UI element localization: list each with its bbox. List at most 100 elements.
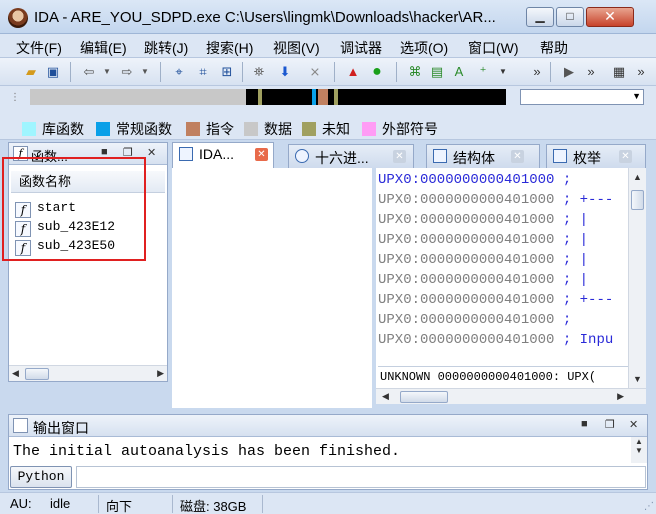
scroll-down-icon[interactable]: ▼ [633, 374, 642, 384]
tab-ida-view[interactable]: IDA... ✕ [172, 142, 274, 169]
search-text-icon[interactable]: ⌗ [194, 63, 212, 81]
listing-line[interactable]: UPX0:0000000000401000 ; | [378, 230, 588, 250]
scroll-up-icon[interactable]: ▲ [633, 172, 642, 182]
toolbar-overflow-icon[interactable]: » [528, 63, 546, 81]
color-legend: 库函数 常规函数 指令 数据 未知 外部符号 [0, 112, 656, 140]
close-button[interactable]: ✕ [586, 7, 634, 27]
chevron-down-icon: ▼ [632, 91, 641, 101]
tab-structures[interactable]: 结构体 ✕ [426, 144, 540, 168]
search-direction: 向下 [106, 499, 133, 514]
maximize-button[interactable]: □ [556, 7, 584, 27]
scroll-left-icon[interactable]: ◀ [382, 391, 389, 402]
output-window-icon [13, 418, 28, 433]
panel-minimize-icon[interactable]: ■ [581, 418, 588, 430]
listing-line[interactable]: UPX0:0000000000401000 ; [378, 170, 571, 190]
listing-vertical-scrollbar[interactable]: ▲ ▼ [628, 168, 646, 388]
menu-edit[interactable]: 编辑(E) [80, 38, 127, 58]
listing-horizontal-scrollbar[interactable]: ◀ ▶ [376, 388, 646, 404]
scroll-right-icon[interactable]: ▶ [157, 368, 164, 379]
tab-close-icon[interactable]: ✕ [255, 148, 268, 161]
minimize-button[interactable]: ▁ [526, 7, 554, 27]
legend-item: 常规函数 [96, 119, 172, 137]
functions-horizontal-scrollbar[interactable]: ◀ ▶ [9, 365, 167, 381]
menu-options[interactable]: 选项(O) [400, 38, 448, 58]
menu-file[interactable]: 文件(F) [16, 38, 62, 58]
window-title: IDA - ARE_YOU_SDPD.exe C:\Users\lingmk\D… [34, 9, 496, 26]
disassembly-listing[interactable]: UPX0:0000000000401000 ; UPX0:00000000004… [376, 168, 628, 388]
code-icon[interactable]: ⌘ [406, 63, 424, 81]
panel-close-icon[interactable]: ✕ [629, 418, 638, 431]
listing-line[interactable]: UPX0:0000000000401000 ; +--- [378, 290, 613, 310]
open-folder-icon[interactable]: ▰ [22, 63, 40, 81]
resize-grip-icon[interactable]: ⋰ [644, 501, 654, 512]
toolbar-overflow-3-icon[interactable]: » [632, 63, 650, 81]
menu-debugger[interactable]: 调试器 [340, 38, 382, 58]
forward-arrow-icon[interactable]: ⇨ [118, 63, 136, 81]
enums-icon [553, 149, 567, 163]
listing-line[interactable]: UPX0:0000000000401000 ; +--- [378, 190, 613, 210]
offset-icon[interactable]: ⁺ [474, 63, 492, 81]
listing-line[interactable]: UPX0:0000000000401000 ; | [378, 210, 588, 230]
debug-start-icon[interactable]: ▶ [560, 63, 578, 81]
legend-item: 指令 [186, 119, 234, 137]
search-binary-icon[interactable]: ⌖ [170, 63, 188, 81]
forward-dropdown-icon[interactable]: ▼ [136, 63, 154, 81]
toolbar-overflow-2-icon[interactable]: » [582, 63, 600, 81]
tab-close-icon[interactable]: ✕ [619, 150, 632, 163]
output-window-tab[interactable]: 输出窗口 ■ ❐ ✕ [9, 415, 647, 437]
scroll-left-icon[interactable]: ◀ [12, 368, 19, 379]
listing-line[interactable]: UPX0:0000000000401000 ; Inpu [378, 330, 613, 350]
output-vertical-scrollbar[interactable]: ▲ ▼ [631, 437, 647, 463]
data-icon[interactable]: ▤ [428, 63, 446, 81]
au-label: AU: [10, 496, 32, 511]
status-bar: AU: idle 向下 磁盘: 38GB ⋰ [0, 492, 656, 514]
back-arrow-icon[interactable]: ⇦ [80, 63, 98, 81]
panel-float-icon[interactable]: ❐ [605, 418, 615, 431]
breakpoint-warning-icon[interactable]: ▲ [344, 63, 362, 81]
menu-jump[interactable]: 跳转(J) [144, 38, 188, 58]
search-immediate-icon[interactable]: ⊞ [218, 63, 236, 81]
tab-close-icon[interactable]: ✕ [511, 150, 524, 163]
tab-enums[interactable]: 枚举 ✕ [546, 144, 646, 168]
disk-space: 磁盘: 38GB [180, 499, 247, 514]
menu-help[interactable]: 帮助 [540, 38, 568, 58]
title-bar: IDA - ARE_YOU_SDPD.exe C:\Users\lingmk\D… [0, 0, 656, 34]
structures-icon [433, 149, 447, 163]
nav-arrow-icon: ⋮ [10, 92, 20, 103]
navigation-band: ⋮ ▼ [0, 86, 656, 112]
navigation-strip[interactable] [30, 89, 506, 105]
patch-icon[interactable]: ⛯ [250, 63, 268, 81]
run-green-icon[interactable]: ● [368, 63, 386, 81]
python-button[interactable]: Python [10, 466, 72, 488]
clear-icon[interactable]: ⨯ [306, 63, 324, 81]
save-icon[interactable]: ▣ [44, 63, 62, 81]
tab-hex-view[interactable]: 十六进... ✕ [288, 144, 414, 168]
menu-search[interactable]: 搜索(H) [206, 38, 253, 58]
legend-item: 外部符号 [362, 119, 438, 137]
listing-line[interactable]: UPX0:0000000000401000 ; [378, 310, 571, 330]
listing-status-line: UNKNOWN 0000000000401000: UPX( [378, 366, 628, 386]
back-dropdown-icon[interactable]: ▼ [98, 63, 116, 81]
hex-view-icon [295, 149, 309, 163]
listing-line[interactable]: UPX0:0000000000401000 ; | [378, 270, 588, 290]
menu-window[interactable]: 窗口(W) [468, 38, 519, 58]
ida-app-icon [8, 8, 28, 28]
listing-line[interactable]: UPX0:0000000000401000 ; | [378, 250, 588, 270]
graph-overview-pane[interactable] [172, 168, 372, 408]
scroll-right-icon[interactable]: ▶ [617, 391, 624, 402]
legend-item: 数据 [244, 119, 292, 137]
layout-icon[interactable]: ▦ [610, 63, 628, 81]
legend-item: 库函数 [22, 119, 84, 137]
tab-close-icon[interactable]: ✕ [393, 150, 406, 163]
jump-down-icon[interactable]: ⬇ [276, 63, 294, 81]
menu-view[interactable]: 视图(V) [273, 38, 320, 58]
ida-view-icon [179, 147, 193, 161]
string-icon[interactable]: A [450, 63, 468, 81]
panel-close-icon[interactable]: ✕ [147, 146, 156, 159]
output-text: The initial autoanalysis has been finish… [13, 443, 401, 460]
command-input[interactable] [76, 466, 646, 488]
offset-dropdown-icon[interactable]: ▼ [494, 63, 512, 81]
menu-bar: 文件(F) 编辑(E) 跳转(J) 搜索(H) 视图(V) 调试器 选项(O) … [0, 34, 656, 58]
toolbar: ▰ ▣ ⇦ ▼ ⇨ ▼ ⌖ ⌗ ⊞ ⛯ ⬇ ⨯ ▲ ● ⌘ ▤ A ⁺ ▼ » … [0, 58, 656, 86]
segment-select[interactable]: ▼ [520, 89, 644, 105]
